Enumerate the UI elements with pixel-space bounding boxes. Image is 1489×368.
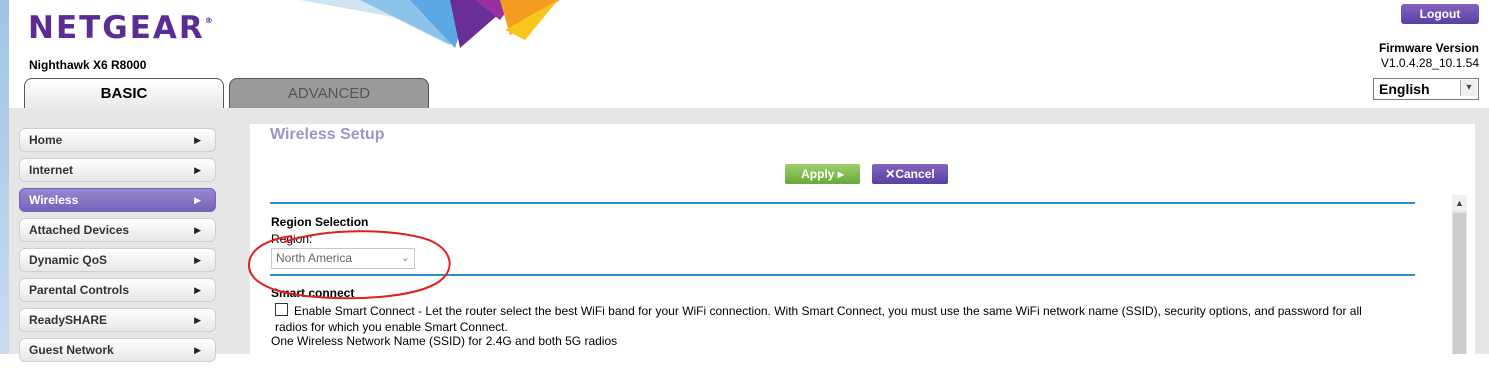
sidebar-item-wireless[interactable]: Wireless ▶ bbox=[19, 188, 216, 212]
caret-right-icon: ▶ bbox=[194, 345, 201, 355]
tab-basic[interactable]: BASIC bbox=[24, 78, 224, 109]
caret-right-icon: ▶ bbox=[194, 315, 201, 325]
chevron-down-icon[interactable]: ▾ bbox=[1460, 80, 1477, 96]
sidebar-item-label: Home bbox=[29, 133, 63, 147]
cancel-button[interactable]: ✕Cancel bbox=[872, 164, 948, 184]
ssid-note: One Wireless Network Name (SSID) for 2.4… bbox=[271, 334, 618, 348]
sidebar-item-label: Attached Devices bbox=[29, 223, 130, 237]
sidebar-nav: Home ▶ Internet ▶ Wireless ▶ Attached Devic… bbox=[19, 128, 216, 368]
smart-connect-checkbox[interactable] bbox=[275, 303, 288, 316]
scrollbar[interactable]: ▲ bbox=[1452, 195, 1467, 354]
caret-right-icon: ▶ bbox=[194, 285, 201, 295]
firmware-version: V1.0.4.28_10.1.54 bbox=[1380, 56, 1479, 70]
logout-button[interactable]: Logout bbox=[1401, 4, 1479, 24]
smart-connect-option: Enable Smart Connect - Let the router se… bbox=[275, 303, 1385, 335]
tab-advanced[interactable]: ADVANCED bbox=[229, 78, 429, 109]
caret-right-icon: ▶ bbox=[194, 255, 201, 265]
close-icon: ✕ bbox=[885, 167, 896, 181]
sidebar-item-label: ReadySHARE bbox=[29, 313, 108, 327]
logo-text: NETGEAR bbox=[28, 10, 205, 46]
sidebar-item-attached-devices[interactable]: Attached Devices ▶ bbox=[19, 218, 216, 242]
sidebar-item-internet[interactable]: Internet ▶ bbox=[19, 158, 216, 182]
caret-right-icon: ▶ bbox=[194, 135, 201, 145]
language-select[interactable]: English ▾ bbox=[1373, 78, 1479, 100]
netgear-logo: NETGEAR® bbox=[28, 10, 213, 46]
smart-connect-text: Enable Smart Connect - Let the router se… bbox=[275, 304, 1362, 334]
router-model: Nighthawk X6 R8000 bbox=[29, 58, 147, 72]
sidebar-item-home[interactable]: Home ▶ bbox=[19, 128, 216, 152]
firmware-label: Firmware Version bbox=[1378, 41, 1479, 55]
scroll-up-icon[interactable]: ▲ bbox=[1452, 195, 1467, 211]
sidebar-item-label: Parental Controls bbox=[29, 283, 130, 297]
caret-right-icon: ▶ bbox=[194, 225, 201, 235]
section-divider bbox=[270, 202, 1415, 204]
sidebar-item-dynamic-qos[interactable]: Dynamic QoS ▶ bbox=[19, 248, 216, 272]
apply-button[interactable]: Apply ▸ bbox=[785, 164, 860, 184]
caret-right-icon: ▶ bbox=[194, 195, 201, 205]
scrollbar-thumb[interactable] bbox=[1453, 213, 1466, 354]
sidebar-item-readyshare[interactable]: ReadySHARE ▶ bbox=[19, 308, 216, 332]
registered-mark: ® bbox=[204, 16, 213, 25]
sidebar-item-label: Guest Network bbox=[29, 343, 114, 357]
caret-right-icon: ▶ bbox=[194, 165, 201, 175]
cancel-label: Cancel bbox=[895, 167, 935, 181]
sidebar-item-label: Dynamic QoS bbox=[29, 253, 108, 267]
page-title: Wireless Setup bbox=[270, 126, 385, 143]
red-circle-annotation bbox=[247, 230, 451, 300]
window-edge bbox=[0, 0, 9, 354]
sidebar-item-parental-controls[interactable]: Parental Controls ▶ bbox=[19, 278, 216, 302]
sidebar-item-label: Wireless bbox=[29, 193, 79, 207]
sidebar-item-label: Internet bbox=[29, 163, 74, 177]
logo-graphic bbox=[300, 0, 560, 48]
sidebar-item-guest-network[interactable]: Guest Network ▶ bbox=[19, 338, 216, 362]
language-value: English bbox=[1379, 81, 1430, 97]
